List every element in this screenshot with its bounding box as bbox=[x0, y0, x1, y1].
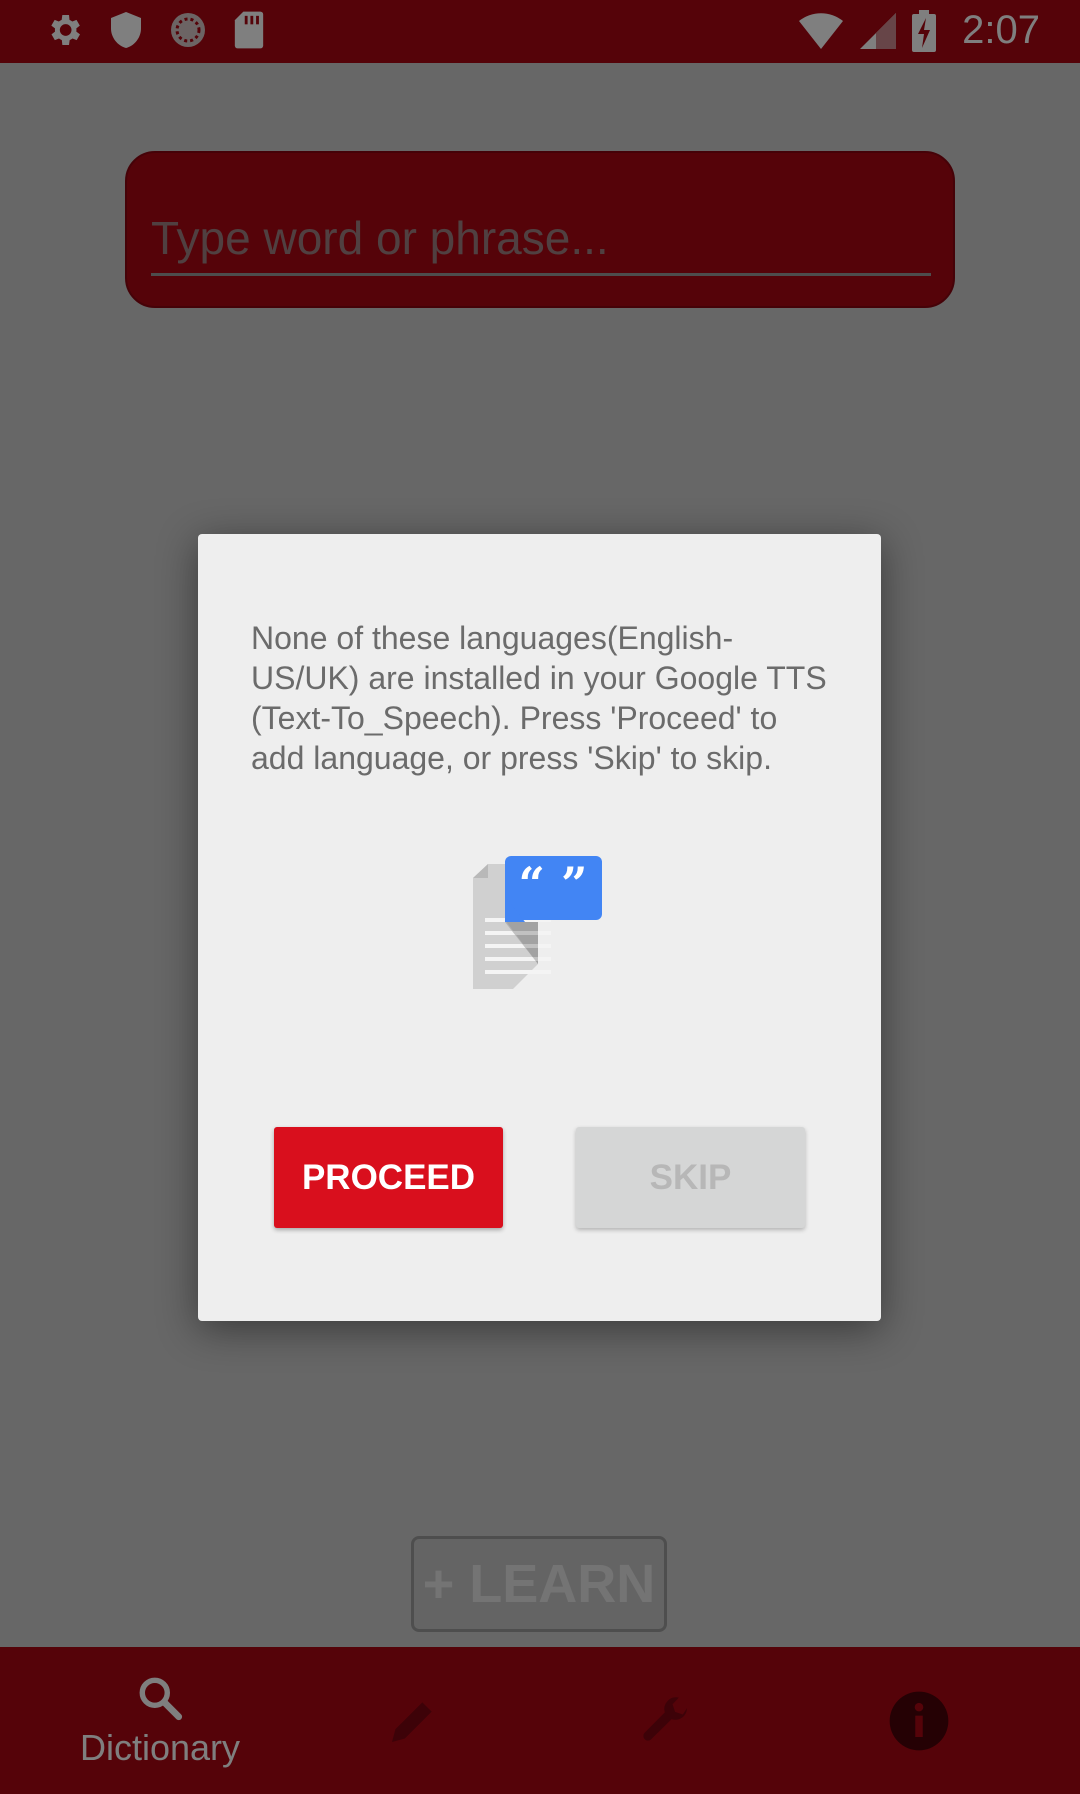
google-tts-icon: “ ” bbox=[473, 856, 603, 1011]
skip-button[interactable]: SKIP bbox=[576, 1127, 805, 1228]
tts-dialog: None of these languages(English-US/UK) a… bbox=[198, 534, 881, 1321]
dialog-message: None of these languages(English-US/UK) a… bbox=[251, 620, 827, 776]
svg-text:“ ”: “ ” bbox=[519, 857, 588, 911]
proceed-button[interactable]: PROCEED bbox=[274, 1127, 503, 1228]
